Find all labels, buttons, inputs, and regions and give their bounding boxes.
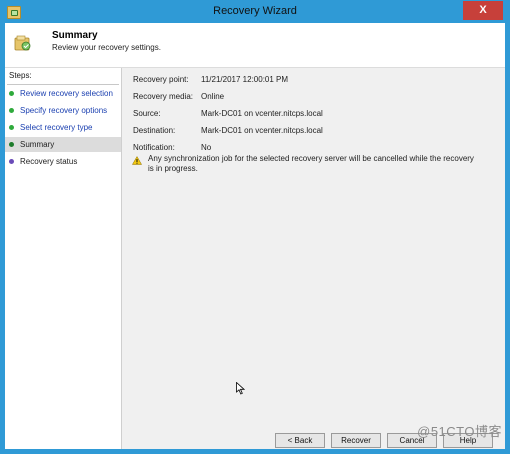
warning-icon — [132, 156, 142, 165]
field-value: No — [201, 143, 212, 152]
title-bar[interactable]: Recovery Wizard X — [1, 1, 509, 23]
field-label: Recovery point: — [133, 75, 189, 84]
step-done-icon — [9, 91, 14, 96]
step-label: Summary — [20, 140, 55, 149]
wizard-header: Summary Review your recovery settings. — [5, 23, 505, 68]
field-label: Source: — [133, 109, 161, 118]
step-pending-icon — [9, 159, 14, 164]
step-summary[interactable]: Summary — [5, 137, 121, 152]
step-done-icon — [9, 125, 14, 130]
step-select-recovery-type[interactable]: Select recovery type — [5, 120, 121, 135]
recovery-wizard-icon — [14, 35, 31, 51]
step-current-icon — [9, 142, 14, 147]
step-label: Select recovery type — [20, 123, 93, 132]
steps-heading: Steps: — [9, 71, 32, 80]
wizard-window: Recovery Wizard X Summary Review your re… — [0, 0, 510, 454]
summary-content: Recovery point: 11/21/2017 12:00:01 PM R… — [122, 68, 505, 420]
step-recovery-status: Recovery status — [5, 154, 121, 169]
window-title: Recovery Wizard — [213, 5, 297, 17]
step-done-icon — [9, 108, 14, 113]
close-button[interactable]: X — [463, 1, 503, 20]
field-value: Mark-DC01 on vcenter.nitcps.local — [201, 126, 323, 135]
step-label: Recovery status — [20, 157, 78, 166]
page-title: Summary — [52, 30, 98, 41]
step-specify-recovery-options[interactable]: Specify recovery options — [5, 103, 121, 118]
page-subtitle: Review your recovery settings. — [52, 43, 161, 52]
field-value: Mark-DC01 on vcenter.nitcps.local — [201, 109, 323, 118]
field-value: 11/21/2017 12:00:01 PM — [201, 75, 289, 84]
step-label: Specify recovery options — [20, 106, 108, 115]
field-label: Notification: — [133, 143, 175, 152]
mouse-cursor-icon — [236, 382, 245, 395]
watermark: @51CTO博客 — [417, 424, 502, 439]
field-label: Recovery media: — [133, 92, 194, 101]
steps-panel: Steps: Review recovery selection Specify… — [5, 68, 122, 449]
back-button[interactable]: < Back — [275, 433, 325, 448]
step-label: Review recovery selection — [20, 89, 113, 98]
recover-button[interactable]: Recover — [331, 433, 381, 448]
field-label: Destination: — [133, 126, 176, 135]
step-review-recovery-selection[interactable]: Review recovery selection — [5, 86, 121, 101]
field-value: Online — [201, 92, 225, 101]
steps-divider — [7, 84, 119, 85]
wizard-client-area: Summary Review your recovery settings. S… — [5, 23, 505, 449]
warning-message: Any synchronization job for the selected… — [148, 154, 474, 173]
